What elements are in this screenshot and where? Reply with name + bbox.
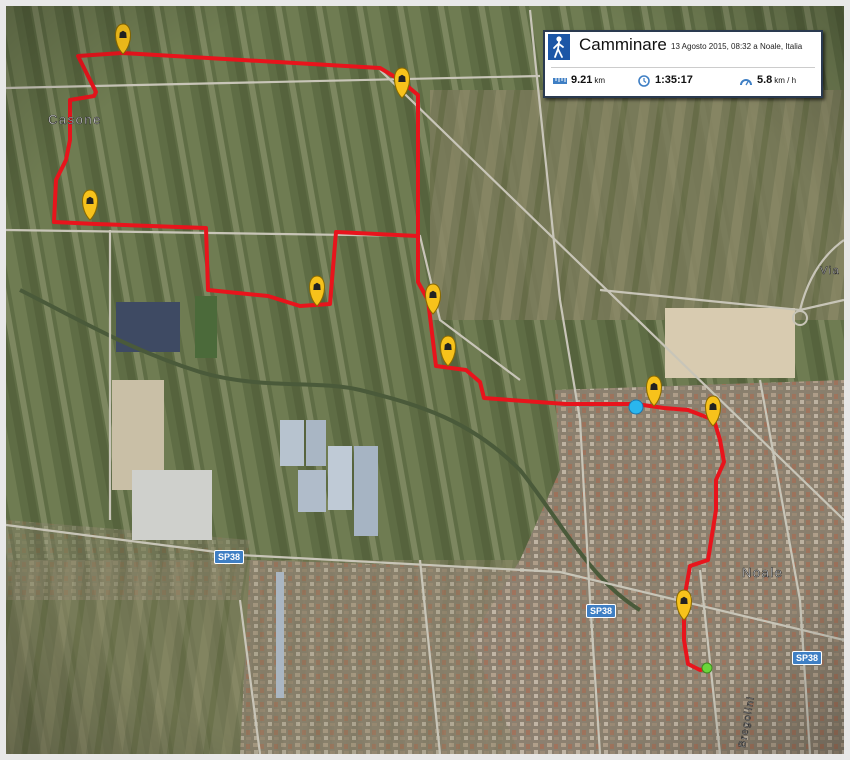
south-urban-area [240, 560, 580, 754]
speedometer-icon [739, 74, 753, 86]
duration-stat: 1:35:17 [655, 74, 693, 86]
industrial-buildings [132, 470, 212, 540]
construction-site [665, 308, 795, 378]
walking-person-icon [548, 34, 570, 60]
svg-text:☗: ☗ [86, 196, 95, 207]
svg-text:☗: ☗ [313, 282, 322, 293]
speed-value: 5.8 [757, 74, 773, 86]
distance-unit: km [594, 76, 606, 85]
farmland-area-east [430, 90, 844, 320]
svg-text:☗: ☗ [119, 30, 128, 41]
panel-divider [551, 67, 815, 68]
speed-stat: 5.8 km / h [757, 74, 796, 86]
svg-text:☗: ☗ [444, 342, 453, 353]
activity-datetime-location: 13 Agosto 2015, 08:32 a Noale, Italia [671, 42, 803, 51]
svg-text:☗: ☗ [650, 382, 659, 393]
activity-title: Camminare [579, 35, 667, 54]
distance-ruler-icon [553, 74, 567, 86]
road-badge-sp38-center: SP38 [586, 604, 617, 618]
place-label-casone: Casone [48, 112, 102, 127]
road-badge-sp38-east: SP38 [792, 651, 823, 665]
end-point-icon[interactable] [701, 662, 713, 674]
speed-unit: km / h [774, 76, 797, 85]
clock-icon [637, 74, 651, 87]
svg-text:☗: ☗ [398, 74, 407, 85]
distance-stat: 9.21 km [571, 74, 605, 86]
svg-text:☗: ☗ [680, 596, 689, 607]
svg-text:☗: ☗ [709, 402, 718, 413]
activity-summary-panel: Camminare 13 Agosto 2015, 08:32 a Noale,… [543, 30, 823, 98]
place-label-noale: Noale [742, 565, 783, 580]
svg-text:☗: ☗ [429, 290, 438, 301]
sports-field [195, 296, 217, 358]
street-label-via: Via [820, 265, 840, 277]
distance-value: 9.21 [571, 74, 593, 86]
satellite-map[interactable]: ☗ ☗ ☗ ☗ ☗ ☗ ☗ ☗ ☗ Casone Noale Via Brego… [6, 6, 844, 754]
road-badge-sp38-west: SP38 [214, 550, 245, 564]
start-point-icon[interactable] [628, 399, 644, 415]
